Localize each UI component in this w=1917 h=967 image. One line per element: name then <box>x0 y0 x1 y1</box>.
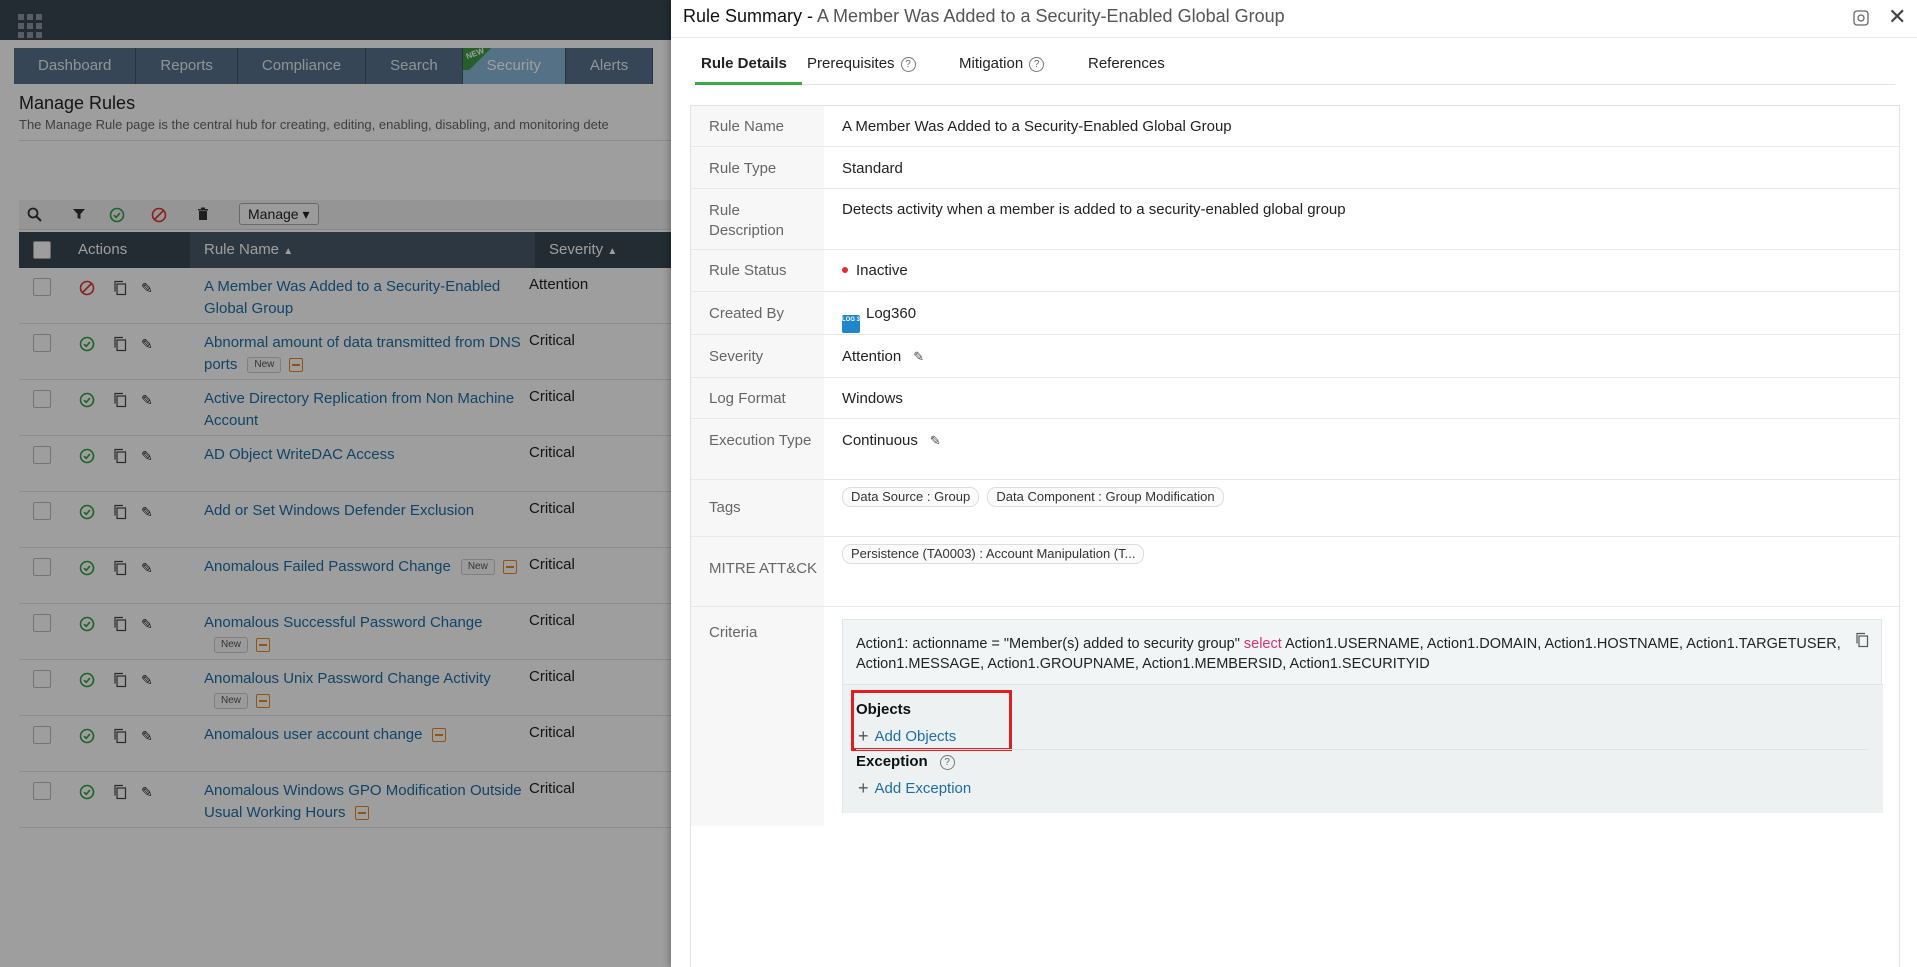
active-tab-indicator <box>695 82 802 85</box>
panel-tabs: Rule Details Prerequisites? Mitigation? … <box>695 45 1895 85</box>
row-severity: Severity Attention ✎ <box>691 335 1901 378</box>
help-icon[interactable]: ? <box>900 57 916 72</box>
severity-value: Attention ✎ <box>842 347 925 367</box>
row-rule-description: Rule Description Detects activity when a… <box>691 189 1901 250</box>
row-tags: Tags Data Source : Group Data Component … <box>691 480 1901 537</box>
highlight-box <box>851 690 1012 751</box>
created-by-value: LOG 360Log360 <box>842 304 916 333</box>
divider <box>856 749 1868 750</box>
execution-type-value: Continuous ✎ <box>842 431 941 451</box>
tab-rule-details[interactable]: Rule Details <box>701 55 787 72</box>
panel-header: Rule Summary - A Member Was Added to a S… <box>671 0 1917 38</box>
inactive-status-dot <box>842 267 848 273</box>
exception-title: Exception? <box>856 753 955 770</box>
rule-type-value: Standard <box>842 160 903 177</box>
row-rule-name: Rule Name A Member Was Added to a Securi… <box>691 106 1901 147</box>
tag-chip: Data Component : Group Modification <box>987 487 1224 507</box>
add-exception-link[interactable]: + Add Exception <box>858 778 971 798</box>
row-execution-type: Execution Type Continuous ✎ <box>691 419 1901 480</box>
tags-value: Data Source : Group Data Component : Gro… <box>842 487 1228 507</box>
tab-references[interactable]: References <box>1088 55 1165 72</box>
rule-name-value: A Member Was Added to a Security-Enabled… <box>842 118 1232 135</box>
help-icon[interactable]: ? <box>1029 57 1045 72</box>
row-log-format: Log Format Windows <box>691 378 1901 419</box>
rule-summary-panel: Rule Summary - A Member Was Added to a S… <box>671 0 1917 967</box>
edit-pencil-icon[interactable]: ✎ <box>930 431 941 451</box>
criteria-expression: Action1: actionname = "Member(s) added t… <box>856 636 1841 672</box>
log-format-value: Windows <box>842 390 903 407</box>
plus-icon: + <box>858 778 869 798</box>
tag-chip: Data Source : Group <box>842 487 980 507</box>
mitre-value: Persistence (TA0003) : Account Manipulat… <box>842 544 1148 564</box>
row-mitre: MITRE ATT&CK Persistence (TA0003) : Acco… <box>691 537 1901 607</box>
tab-prerequisites[interactable]: Prerequisites? <box>807 55 916 72</box>
mitre-chip[interactable]: Persistence (TA0003) : Account Manipulat… <box>842 544 1145 564</box>
close-icon[interactable]: ✕ <box>1888 4 1906 30</box>
rule-details-table: Rule Name A Member Was Added to a Securi… <box>690 105 1901 967</box>
panel-title: Rule Summary - A Member Was Added to a S… <box>683 6 1285 26</box>
row-created-by: Created By LOG 360Log360 <box>691 292 1901 335</box>
copy-icon[interactable] <box>1855 632 1869 648</box>
rule-description-value: Detects activity when a member is added … <box>842 201 1346 218</box>
settings-gear-icon[interactable] <box>1851 8 1871 28</box>
criteria-box: Action1: actionname = "Member(s) added t… <box>842 619 1883 813</box>
help-icon[interactable]: ? <box>939 755 955 770</box>
row-rule-type: Rule Type Standard <box>691 147 1901 189</box>
tab-mitigation[interactable]: Mitigation? <box>959 55 1045 72</box>
rule-status-value: Inactive <box>842 261 908 281</box>
modal-overlay[interactable] <box>0 0 671 967</box>
app-root: Dashboard Reports Compliance Search NEW … <box>0 0 1917 967</box>
edit-pencil-icon[interactable]: ✎ <box>913 347 924 367</box>
row-rule-status: Rule Status Inactive <box>691 250 1901 292</box>
log360-logo-icon: LOG 360 <box>842 315 867 333</box>
